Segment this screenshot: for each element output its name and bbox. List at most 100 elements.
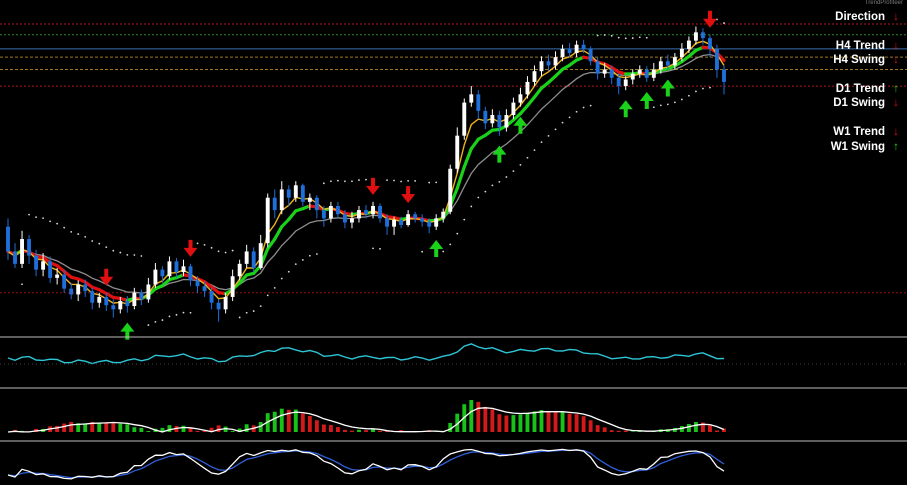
envelope-dot [182,311,185,314]
candle-body [616,77,621,87]
histogram-bar [686,424,691,432]
panel-label-d1-trend: D1 Trend [835,83,885,95]
arrow-down-icon: ↓ [893,97,899,109]
envelope-dot [210,246,213,249]
envelope-dot [617,36,620,39]
envelope-dot [638,36,641,39]
candle-body [97,296,102,303]
candle-body [378,205,382,219]
envelope-dot [91,240,94,242]
envelope-dot [652,106,655,109]
envelope-dot [498,180,501,183]
panel-row-d1-trend: D1 Trend ↑ [789,82,901,96]
envelope-dot [610,34,613,37]
candle-body [286,189,291,198]
candle-body [27,239,32,256]
candle-body [602,69,607,74]
envelope-dot [330,180,332,183]
candle-body [427,221,432,227]
histogram-bar [307,415,312,432]
envelope-dot [589,104,592,107]
panel-label-direction: Direction [835,11,885,23]
envelope-dot [449,243,452,246]
histogram-bar [469,400,474,432]
arrow-down-icon: ↓ [893,11,899,23]
envelope-dot [414,180,417,182]
envelope-dot [645,36,648,39]
candle-body [651,69,656,78]
candle-body [448,168,453,212]
candle-body [6,226,10,252]
candle-body [328,205,333,219]
candle-body [104,296,109,306]
candle-body [708,38,712,49]
candle-body [483,110,488,124]
candle-body [420,218,425,222]
histogram-bar [588,420,593,432]
envelope-dot [442,250,445,253]
histogram-bar [342,429,347,432]
candle-body [111,305,116,310]
histogram-bar [511,415,516,432]
histogram-bar [630,431,635,432]
envelope-dot [35,216,37,219]
envelope-dot [273,286,276,289]
candle-body [665,61,670,66]
histogram-bar [595,425,600,432]
histogram-bar [497,414,502,432]
arrow-down-icon: ↓ [893,126,899,138]
envelope-dot [308,254,311,257]
arrow-down-icon: ↓ [893,40,899,52]
candle-body [595,61,600,74]
histogram-bar [476,401,481,432]
candle-body [504,115,509,128]
candle-body [413,214,418,219]
candle-body [497,115,502,128]
candle-body [686,40,691,49]
envelope-dot [140,255,143,257]
candle-body [399,220,404,225]
candle-body [139,292,144,300]
envelope-dot [702,87,704,90]
envelope-dot [147,324,150,326]
histogram-bar [216,425,221,432]
candle-body [307,197,312,202]
envelope-dot [631,37,634,39]
envelope-dot [63,226,66,229]
panel-row-h4-swing: H4 Swing ↓ [789,53,901,67]
envelope-dot [105,246,108,249]
candle-body [209,291,214,303]
candle-body [216,302,221,310]
envelope-dot [280,277,283,280]
envelope-dot [337,179,339,182]
envelope-dot [456,232,459,235]
candle-body [55,274,60,278]
candle-body [132,292,137,307]
candle-body [174,261,179,273]
candle-body [293,185,298,198]
candle-body [609,69,614,78]
histogram-bar [525,412,530,432]
envelope-dot [477,196,480,199]
histogram-bar [314,420,319,432]
candle-body [385,218,390,227]
histogram-bar [125,424,130,432]
panel-label-w1-trend: W1 Trend [833,126,885,138]
histogram-bar [518,414,523,432]
histogram-bar [715,430,719,432]
envelope-dot [428,181,431,184]
envelope-dot [393,179,395,182]
candle-body [455,135,460,169]
candle-body [715,48,719,70]
histogram-bar [483,406,488,432]
candle-body [335,205,340,215]
candle-body [251,251,256,268]
envelope-dot [344,180,346,183]
candle-body [539,61,544,72]
envelope-dot [224,251,227,254]
candle-body [118,301,123,310]
envelope-dot [575,110,578,113]
histogram-bar [104,422,109,432]
candle-body [258,243,263,268]
histogram-bar [132,427,137,432]
